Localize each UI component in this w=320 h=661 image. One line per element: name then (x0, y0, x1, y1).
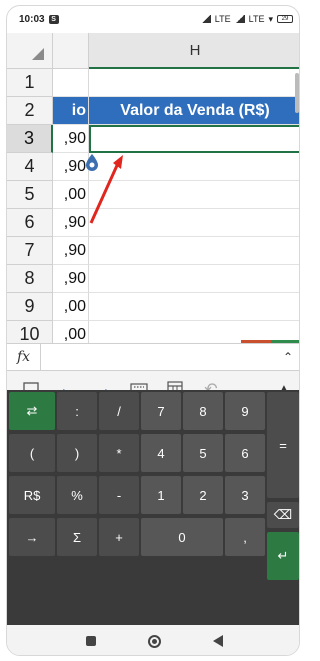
formula-bar: fx ⌃ (7, 343, 299, 371)
cell-g8[interactable]: ,90 (53, 265, 89, 293)
key-colon[interactable]: : (57, 392, 97, 430)
row-header-8[interactable]: 8 (7, 265, 53, 293)
key-7[interactable]: 7 (141, 392, 181, 430)
column-header-h[interactable]: H (89, 33, 299, 69)
active-cell-h3[interactable] (89, 125, 299, 153)
column-header-g[interactable] (53, 33, 89, 69)
phone-screen: 10:03 S LTE LTE ▾ 29 H 1 2 io Valor da V… (6, 5, 300, 656)
select-all-corner[interactable] (7, 33, 53, 69)
row-header-10[interactable]: 10 (7, 321, 53, 343)
numeric-keypad: ⇄ : / 7 8 9 = ( ) * 4 5 6 R$ % - 1 2 3 ⌫… (7, 390, 299, 625)
select-all-icon (32, 48, 44, 60)
key-equals[interactable]: = (267, 392, 299, 498)
notification-badge: S (48, 14, 59, 24)
cell-h2[interactable]: Valor da Venda (R$) (89, 97, 299, 125)
key-3[interactable]: 3 (225, 476, 265, 514)
key-enter[interactable]: ↵ (267, 532, 299, 580)
key-navigate[interactable]: → (9, 518, 55, 556)
signal-icon (200, 15, 211, 23)
key-8[interactable]: 8 (183, 392, 223, 430)
key-minus[interactable]: - (99, 476, 139, 514)
battery-icon: 29 (277, 15, 293, 23)
cell-h7[interactable] (89, 237, 299, 265)
key-divide[interactable]: / (99, 392, 139, 430)
network-label-1: LTE (214, 14, 231, 24)
cell-h9[interactable] (89, 293, 299, 321)
row-header-2[interactable]: 2 (7, 97, 53, 125)
key-comma[interactable]: , (225, 518, 265, 556)
row-header-1[interactable]: 1 (7, 69, 53, 97)
key-6[interactable]: 6 (225, 434, 265, 472)
clock: 10:03 (19, 13, 45, 25)
key-2[interactable]: 2 (183, 476, 223, 514)
row-header-7[interactable]: 7 (7, 237, 53, 265)
row-header-4[interactable]: 4 (7, 153, 53, 181)
chevron-up-icon[interactable]: ⌃ (275, 350, 299, 364)
key-currency[interactable]: R$ (9, 476, 55, 514)
cell-g1[interactable] (53, 69, 89, 97)
row-header-5[interactable]: 5 (7, 181, 53, 209)
key-open-paren[interactable]: ( (9, 434, 55, 472)
key-plus[interactable]: + (99, 518, 139, 556)
row-header-6[interactable]: 6 (7, 209, 53, 237)
cell-g2[interactable]: io (53, 97, 89, 125)
fx-label[interactable]: fx (7, 344, 41, 370)
formula-input[interactable] (41, 344, 275, 370)
recents-icon[interactable] (85, 636, 96, 646)
cell-g4[interactable]: ,90 (53, 153, 89, 181)
key-backspace[interactable]: ⌫ (267, 502, 299, 528)
cell-g10[interactable]: ,00 (53, 321, 89, 343)
spreadsheet-grid[interactable]: H 1 2 io Valor da Venda (R$) 3 ,90 4 ,90… (7, 33, 299, 343)
system-nav-bar (7, 625, 299, 655)
signal-icon-2 (234, 15, 245, 23)
home-icon[interactable] (147, 634, 161, 648)
key-tab[interactable]: ⇄ (9, 392, 55, 430)
key-sum[interactable]: Σ (57, 518, 97, 556)
cell-g7[interactable]: ,90 (53, 237, 89, 265)
cell-h8[interactable] (89, 265, 299, 293)
status-bar: 10:03 S LTE LTE ▾ 29 (7, 6, 299, 32)
key-0[interactable]: 0 (141, 518, 223, 556)
key-close-paren[interactable]: ) (57, 434, 97, 472)
row-header-3[interactable]: 3 (7, 125, 53, 153)
wifi-icon: ▾ (268, 13, 273, 24)
network-label-2: LTE (248, 14, 265, 24)
key-5[interactable]: 5 (183, 434, 223, 472)
red-arrow-annotation-icon (89, 155, 123, 224)
key-percent[interactable]: % (57, 476, 97, 514)
cell-g6[interactable]: ,90 (53, 209, 89, 237)
key-9[interactable]: 9 (225, 392, 265, 430)
back-icon[interactable] (212, 635, 223, 647)
cell-g5[interactable]: ,00 (53, 181, 89, 209)
key-4[interactable]: 4 (141, 434, 181, 472)
cell-g3[interactable]: ,90 (53, 125, 89, 153)
key-multiply[interactable]: * (99, 434, 139, 472)
cell-g9[interactable]: ,00 (53, 293, 89, 321)
cell-h1[interactable] (89, 69, 299, 97)
vertical-scrollbar[interactable] (295, 73, 299, 113)
row-header-9[interactable]: 9 (7, 293, 53, 321)
key-1[interactable]: 1 (141, 476, 181, 514)
